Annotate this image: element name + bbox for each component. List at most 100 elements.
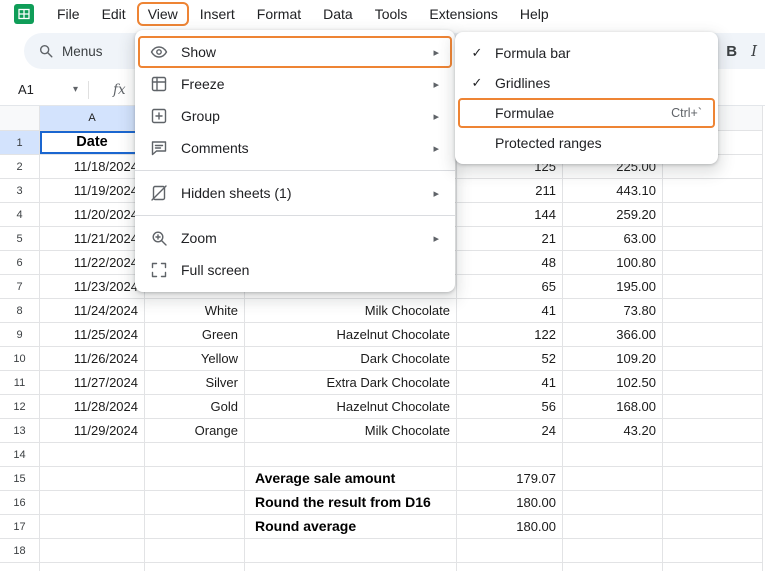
row-header-6[interactable]: 6 xyxy=(0,251,40,275)
cell-E18[interactable] xyxy=(563,539,663,563)
row-header-18[interactable]: 18 xyxy=(0,539,40,563)
cell-B13[interactable]: Orange xyxy=(145,419,245,443)
cell-A6[interactable]: 11/22/2024 xyxy=(40,251,145,275)
cell-A1[interactable]: Date xyxy=(40,131,145,155)
cell-D10[interactable]: 52 xyxy=(457,347,563,371)
cell-D8[interactable]: 41 xyxy=(457,299,563,323)
row-header-12[interactable]: 12 xyxy=(0,395,40,419)
show-submenu-item-gridlines[interactable]: ✓ Gridlines xyxy=(455,68,718,98)
cell-A4[interactable]: 11/20/2024 xyxy=(40,203,145,227)
cell-C12[interactable]: Hazelnut Chocolate xyxy=(245,395,457,419)
column-header-1[interactable]: A▾ xyxy=(40,106,145,131)
view-menu-item-freeze[interactable]: Freeze ▸ xyxy=(135,68,455,100)
cell-D5[interactable]: 21 xyxy=(457,227,563,251)
cell-B15[interactable] xyxy=(145,467,245,491)
cell-F10[interactable] xyxy=(663,347,763,371)
cell-E[interactable] xyxy=(563,563,663,571)
cell-E5[interactable]: 63.00 xyxy=(563,227,663,251)
cell-C9[interactable]: Hazelnut Chocolate xyxy=(245,323,457,347)
cell-B8[interactable]: White xyxy=(145,299,245,323)
menus-search[interactable]: Menus xyxy=(24,43,103,59)
cell-F3[interactable] xyxy=(663,179,763,203)
cell-A5[interactable]: 11/21/2024 xyxy=(40,227,145,251)
cell-D7[interactable]: 65 xyxy=(457,275,563,299)
show-submenu-item-protected-ranges[interactable]: Protected ranges xyxy=(455,128,718,158)
cell-E12[interactable]: 168.00 xyxy=(563,395,663,419)
cell-E14[interactable] xyxy=(563,443,663,467)
cell-F14[interactable] xyxy=(663,443,763,467)
view-menu-item-comments[interactable]: Comments ▸ xyxy=(135,132,455,164)
cell-F6[interactable] xyxy=(663,251,763,275)
menu-help[interactable]: Help xyxy=(509,2,560,26)
row-header-9[interactable]: 9 xyxy=(0,323,40,347)
menu-insert[interactable]: Insert xyxy=(189,2,246,26)
italic-button[interactable]: I xyxy=(751,42,757,60)
cell-C15[interactable]: Average sale amount xyxy=(245,467,457,491)
menu-view[interactable]: View xyxy=(136,2,189,26)
select-all-corner[interactable] xyxy=(0,106,40,131)
cell-F7[interactable] xyxy=(663,275,763,299)
cell-B16[interactable] xyxy=(145,491,245,515)
cell-D13[interactable]: 24 xyxy=(457,419,563,443)
cell-A18[interactable] xyxy=(40,539,145,563)
row-header-7[interactable]: 7 xyxy=(0,275,40,299)
cell-C[interactable] xyxy=(245,563,457,571)
cell-B10[interactable]: Yellow xyxy=(145,347,245,371)
cell-A9[interactable]: 11/25/2024 xyxy=(40,323,145,347)
cell-E8[interactable]: 73.80 xyxy=(563,299,663,323)
cell-B18[interactable] xyxy=(145,539,245,563)
cell-B9[interactable]: Green xyxy=(145,323,245,347)
cell-F[interactable] xyxy=(663,563,763,571)
cell-B[interactable] xyxy=(145,563,245,571)
row-header-11[interactable]: 11 xyxy=(0,371,40,395)
cell-A16[interactable] xyxy=(40,491,145,515)
view-menu-item-hidden-sheets-1[interactable]: Hidden sheets (1) ▸ xyxy=(135,177,455,209)
cell-E6[interactable]: 100.80 xyxy=(563,251,663,275)
cell-E7[interactable]: 195.00 xyxy=(563,275,663,299)
cell-A17[interactable] xyxy=(40,515,145,539)
cell-D16[interactable]: 180.00 xyxy=(457,491,563,515)
view-menu-item-full-screen[interactable]: Full screen xyxy=(135,254,455,286)
cell-C8[interactable]: Milk Chocolate xyxy=(245,299,457,323)
row-header-4[interactable]: 4 xyxy=(0,203,40,227)
row-header-3[interactable]: 3 xyxy=(0,179,40,203)
view-menu-item-group[interactable]: Group ▸ xyxy=(135,100,455,132)
cell-F11[interactable] xyxy=(663,371,763,395)
row-header-1[interactable]: 1 xyxy=(0,131,40,155)
cell-D3[interactable]: 211 xyxy=(457,179,563,203)
row-header-2[interactable]: 2 xyxy=(0,155,40,179)
cell-A14[interactable] xyxy=(40,443,145,467)
cell-D12[interactable]: 56 xyxy=(457,395,563,419)
cell-C18[interactable] xyxy=(245,539,457,563)
row-header-5[interactable]: 5 xyxy=(0,227,40,251)
cell-C13[interactable]: Milk Chocolate xyxy=(245,419,457,443)
name-box[interactable]: A1 ▾ xyxy=(0,82,88,97)
show-submenu-item-formula-bar[interactable]: ✓ Formula bar xyxy=(455,38,718,68)
menu-file[interactable]: File xyxy=(46,2,91,26)
cell-F4[interactable] xyxy=(663,203,763,227)
cell-E9[interactable]: 366.00 xyxy=(563,323,663,347)
view-menu-item-zoom[interactable]: Zoom ▸ xyxy=(135,222,455,254)
sheets-icon[interactable] xyxy=(14,4,34,24)
cell-F8[interactable] xyxy=(663,299,763,323)
cell-D14[interactable] xyxy=(457,443,563,467)
cell-D6[interactable]: 48 xyxy=(457,251,563,275)
cell-A10[interactable]: 11/26/2024 xyxy=(40,347,145,371)
row-header-partial[interactable] xyxy=(0,563,40,571)
cell-A12[interactable]: 11/28/2024 xyxy=(40,395,145,419)
cell-E16[interactable] xyxy=(563,491,663,515)
cell-B14[interactable] xyxy=(145,443,245,467)
row-header-14[interactable]: 14 xyxy=(0,443,40,467)
cell-E10[interactable]: 109.20 xyxy=(563,347,663,371)
cell-F13[interactable] xyxy=(663,419,763,443)
cell-D4[interactable]: 144 xyxy=(457,203,563,227)
cell-A7[interactable]: 11/23/2024 xyxy=(40,275,145,299)
cell-D18[interactable] xyxy=(457,539,563,563)
view-menu-item-show[interactable]: Show ▸ xyxy=(135,36,455,68)
cell-F12[interactable] xyxy=(663,395,763,419)
menu-data[interactable]: Data xyxy=(312,2,364,26)
cell-F15[interactable] xyxy=(663,467,763,491)
cell-F16[interactable] xyxy=(663,491,763,515)
cell-A8[interactable]: 11/24/2024 xyxy=(40,299,145,323)
menu-tools[interactable]: Tools xyxy=(364,2,419,26)
